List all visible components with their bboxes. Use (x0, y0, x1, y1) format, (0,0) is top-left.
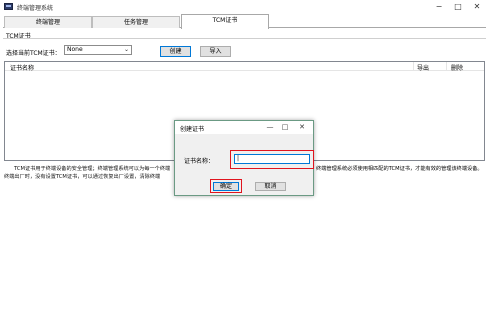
dialog-close-icon[interactable]: ✕ (296, 122, 308, 133)
cancel-button[interactable]: 取消 (255, 182, 286, 191)
tab-bar: 终端管理 任务管理 TCM证书 (3, 14, 486, 29)
list-header: 证书名称 导出 删除 (5, 62, 484, 72)
col-divider (446, 62, 447, 71)
create-button[interactable]: 创建 (160, 46, 191, 57)
description-line-1: TCM证书用于终端设备的安全管理；终端管理系统可以为每一个终端 (14, 166, 171, 172)
cert-select-value: None (67, 46, 83, 53)
ok-button[interactable]: 确定 (213, 182, 239, 191)
cert-name-label: 证书名称： (184, 158, 215, 165)
window-titlebar: 终端管理系统 − □ ✕ (0, 0, 489, 14)
col-export[interactable]: 导出 (417, 63, 429, 72)
dialog-titlebar: 创建证书 — □ ✕ (175, 121, 313, 134)
maximize-icon[interactable]: □ (451, 1, 465, 12)
dialog-minimize-icon[interactable]: — (264, 122, 276, 133)
cert-name-input[interactable]: | (234, 154, 310, 164)
create-cert-dialog: 创建证书 — □ ✕ 证书名称： | 确定 取消 (174, 120, 314, 196)
window-title: 终端管理系统 (17, 5, 54, 12)
app-icon (4, 3, 13, 10)
close-icon[interactable]: ✕ (470, 1, 484, 12)
col-delete[interactable]: 删除 (451, 63, 463, 72)
group-divider (3, 38, 486, 39)
minimize-icon[interactable]: − (432, 1, 446, 12)
select-cert-label: 选择当前TCM证书： (6, 50, 61, 57)
dialog-title: 创建证书 (180, 126, 205, 133)
tab-terminal-management[interactable]: 终端管理 (4, 16, 92, 28)
description-line-2: 终端出厂时，没有设置TCM证书，可以通过恢复出厂设置，清除终端 (4, 174, 161, 180)
chevron-down-icon: ⌄ (123, 46, 129, 53)
import-button[interactable]: 导入 (200, 46, 231, 57)
tab-task-management[interactable]: 任务管理 (92, 16, 180, 28)
description-line-3: 终端管理系统必须使用相匹配的TCM证书，才能有效的管理该终端设备。 (316, 166, 483, 172)
cert-select[interactable]: None ⌄ (64, 45, 132, 55)
tab-tcm-certificate[interactable]: TCM证书 (181, 14, 269, 29)
col-divider (413, 62, 414, 71)
dialog-maximize-icon[interactable]: □ (279, 122, 291, 133)
col-cert-name[interactable]: 证书名称 (10, 63, 34, 72)
